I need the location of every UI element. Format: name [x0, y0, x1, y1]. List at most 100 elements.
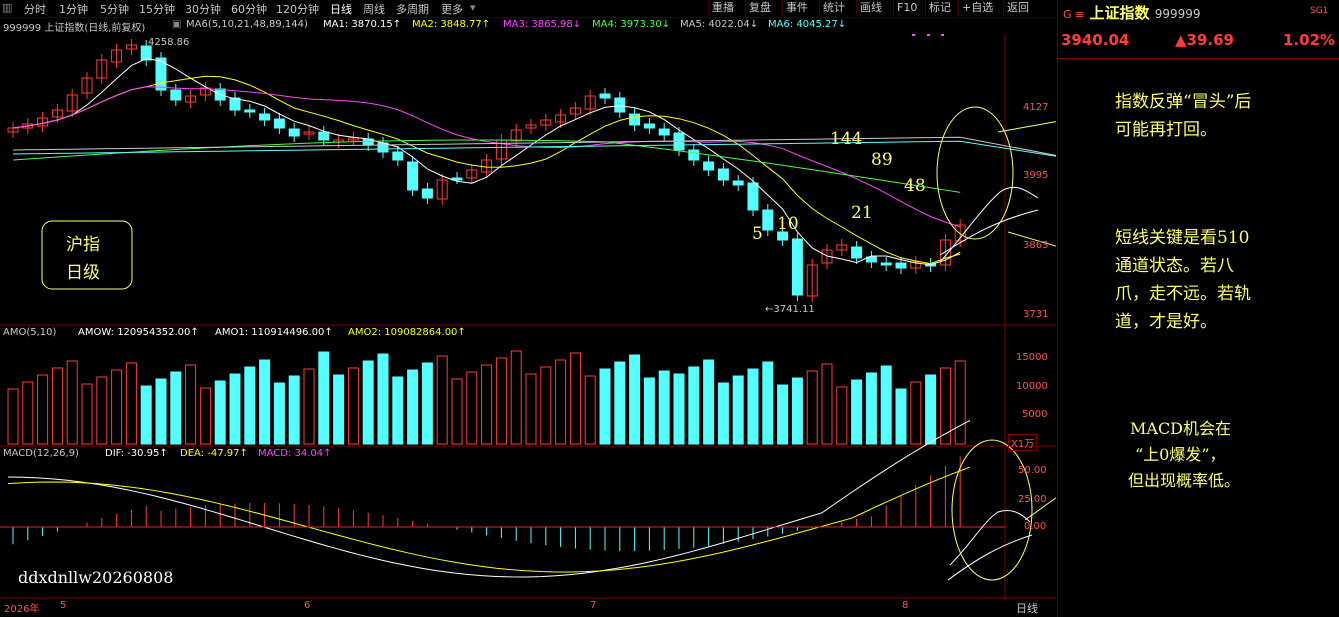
volume-bar: [629, 354, 641, 445]
candle-body: [895, 262, 907, 269]
macd-tick-1: 50.00: [1018, 465, 1047, 476]
macd-histogram: [12, 456, 961, 551]
volume-bar: [569, 352, 581, 445]
volume-bar: [481, 364, 493, 445]
candle-body: [273, 118, 285, 129]
volume-bar: [540, 366, 552, 445]
candle-body: [614, 97, 626, 113]
volume-bar: [185, 364, 197, 445]
divider: [1058, 58, 1339, 59]
quote-price: 3940.04: [1061, 31, 1130, 49]
macd-value: MACD: 34.04↑: [258, 448, 332, 459]
amow-value: AMOW: 120954352.00↑: [78, 327, 199, 338]
note1-line1: 指数反弹“冒头”后: [1115, 92, 1252, 112]
price-tick-1: 4127: [1023, 102, 1049, 113]
quote-name: 上证指数: [1089, 4, 1150, 22]
candle-body: [658, 128, 670, 136]
candle-body: [288, 128, 300, 137]
macd-label[interactable]: MACD(12,26,9): [3, 448, 79, 459]
candle-body: [791, 238, 803, 296]
volume-bar: [673, 373, 685, 445]
dif-value: DIF: -30.95↑: [105, 448, 168, 459]
ma10-number-label: 10: [777, 214, 799, 234]
volume-bar: [96, 376, 108, 445]
volume-bar: [377, 353, 389, 445]
volume-bar: [910, 381, 922, 445]
volume-bar: [584, 375, 596, 445]
volume-bar: [925, 374, 937, 445]
candle-body: [407, 161, 419, 191]
candle-body: [140, 45, 152, 61]
candle-body: [629, 113, 641, 126]
candle-body: [643, 123, 655, 129]
candle-body: [688, 149, 700, 161]
volume-bar: [303, 368, 315, 445]
low-price-label: ←3741.11: [765, 304, 815, 315]
candle-body: [703, 161, 715, 171]
volume-bar: [273, 382, 285, 445]
note2-line4: 道，才是好。: [1115, 312, 1217, 332]
volume-bar: [288, 375, 300, 445]
volume-bar: [614, 361, 626, 445]
quote-code: 999999: [1154, 7, 1201, 21]
macd-indicator-bar: MACD(12,26,9) DIF: -30.95↑ DEA: -47.97↑ …: [0, 448, 1000, 461]
period-label[interactable]: 日线: [1016, 600, 1038, 616]
quote-prefix[interactable]: G ≡: [1063, 8, 1084, 21]
note3-line3: 但出现概率低。: [1128, 471, 1241, 490]
volume-bar: [7, 388, 19, 445]
vol-tick-2: 10000: [1016, 381, 1048, 392]
volume-bar: [37, 374, 49, 445]
candle-body: [259, 113, 271, 121]
volume-bar: [747, 368, 759, 445]
volume-bar: [392, 376, 404, 445]
signal-dots: [912, 34, 944, 36]
note1-line2: 可能再打回。: [1115, 120, 1217, 140]
volume-bar: [851, 379, 863, 445]
volume-bar: [954, 360, 966, 445]
macd-tick-3: 0.00: [1024, 521, 1047, 532]
quote-change: ▲39.69: [1175, 31, 1234, 49]
vol-tick-1: 15000: [1016, 352, 1048, 363]
volume-bar: [510, 350, 522, 445]
volume-bar: [688, 366, 700, 445]
volume-bar: [155, 378, 167, 445]
volume-bar: [244, 366, 256, 445]
candle-body: [762, 209, 774, 231]
box-label-line2: 日级: [66, 263, 100, 283]
box-label-line1: 沪指: [66, 235, 100, 255]
date-aug: 8: [902, 600, 909, 611]
volume-bar: [407, 369, 419, 445]
volume-bar: [451, 378, 463, 445]
volume-bar: [199, 387, 211, 445]
volume-bar: [111, 369, 123, 445]
volume-bar: [436, 355, 448, 445]
candle-body: [421, 188, 433, 199]
volume-bar: [347, 367, 359, 445]
volume-bar: [762, 361, 774, 445]
amo-label[interactable]: AMO(5,10): [3, 327, 56, 338]
pane-borders: [0, 34, 1056, 600]
volume-bar: [525, 373, 537, 445]
volume-bar: [555, 359, 567, 445]
price-tick-4: 3731: [1023, 309, 1049, 320]
kline-chart[interactable]: [0, 0, 1056, 617]
high-price-label: 4258.86: [148, 37, 190, 48]
volume-bar: [806, 370, 818, 445]
volume-bar: [658, 370, 670, 445]
volume-bar: [66, 360, 78, 445]
ma48-number-label: 48: [904, 176, 926, 196]
ma89-number-label: 89: [871, 150, 893, 170]
ma21-number-label: 21: [851, 203, 873, 223]
volume-bar: [259, 359, 271, 445]
dea-value: DEA: -47.97↑: [180, 448, 248, 459]
volume-bar: [495, 357, 507, 445]
volume-bar: [170, 371, 182, 445]
date-july: 7: [590, 600, 597, 611]
quote-title: G ≡ 上证指数 999999: [1063, 2, 1201, 23]
dea-line: [7, 466, 971, 573]
volume-bar: [643, 377, 655, 445]
candle-body: [880, 262, 892, 266]
candle-body: [599, 93, 611, 99]
quote-tag: SG1: [1310, 6, 1329, 16]
ma-line-144: [12, 140, 1056, 157]
